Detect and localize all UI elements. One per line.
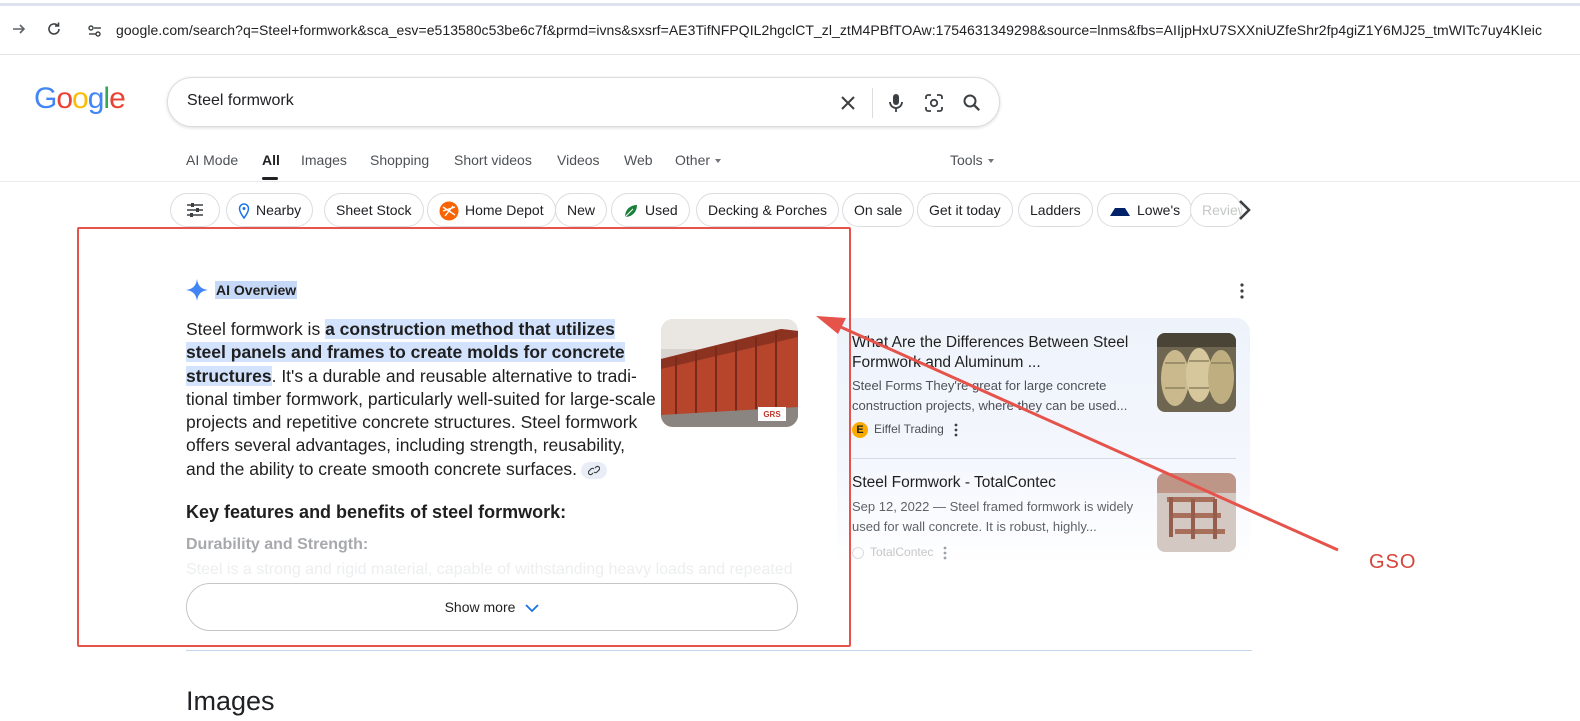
home-depot-icon — [439, 201, 459, 221]
logo-letter: g — [87, 82, 105, 115]
ai-intro: Steel formwork is — [186, 319, 326, 339]
chip-nearby[interactable]: Nearby — [226, 193, 314, 227]
steel-frame-photo — [1157, 473, 1236, 552]
logo-letter: o — [72, 82, 89, 115]
chevron-down-icon — [525, 604, 540, 613]
search-divider — [872, 88, 873, 118]
chip-label: Used — [645, 202, 678, 218]
tools-label: Tools — [950, 152, 983, 168]
ai-faded-text: Steel is a strong and rigid material, ca… — [186, 561, 793, 578]
chevron-down-icon — [987, 159, 994, 164]
chip-ladders[interactable]: Ladders — [1018, 193, 1093, 227]
filter-settings-chip[interactable] — [170, 193, 220, 227]
chip-decking-porches[interactable]: Decking & Porches — [696, 193, 840, 227]
reload-icon[interactable] — [44, 21, 64, 41]
ai-overview-paragraph: Steel formwork is a construction method … — [186, 318, 656, 481]
search-input[interactable] — [187, 92, 787, 110]
more-options-icon[interactable] — [943, 546, 947, 560]
eiffel-favicon-icon: E — [852, 422, 868, 438]
site-info-icon[interactable] — [86, 22, 104, 40]
more-options-icon[interactable] — [1235, 282, 1249, 300]
chip-on-sale[interactable]: On sale — [842, 193, 915, 227]
lowes-icon — [1110, 208, 1130, 217]
sparkle-icon — [186, 279, 208, 301]
ai-subheading: Key features and benefits of steel formw… — [186, 502, 567, 522]
totalcontec-favicon-icon — [852, 546, 864, 559]
chip-label: Sheet Stock — [336, 202, 412, 218]
chip-label: Get it today — [929, 202, 1001, 218]
microphone-icon[interactable] — [884, 91, 908, 115]
chip-label: Decking & Porches — [708, 202, 828, 218]
tab-videos[interactable]: Videos — [557, 152, 600, 168]
chip-label: Lowe's — [1137, 202, 1181, 218]
source-site[interactable]: TotalContec — [852, 545, 947, 560]
location-pin-icon — [238, 203, 250, 220]
chip-lowes[interactable]: Lowe's — [1097, 193, 1193, 227]
address-bar[interactable]: google.com/search?q=Steel+formwork&sca_e… — [0, 9, 1580, 55]
active-tab-indicator — [262, 177, 278, 180]
chip-label: Home Depot — [465, 202, 544, 218]
tab-other-label: Other — [675, 152, 711, 168]
ai-subheading-faded: Durability and Strength: — [186, 536, 369, 553]
chip-label: Nearby — [256, 202, 302, 218]
source-thumbnail[interactable] — [1157, 333, 1236, 412]
tab-short-videos[interactable]: Short videos — [454, 152, 532, 168]
link-icon[interactable] — [581, 461, 608, 479]
chip-label: New — [567, 202, 596, 218]
tab-images[interactable]: Images — [301, 152, 347, 168]
source-title[interactable]: Steel Formwork - TotalContec — [852, 473, 1148, 493]
tab-shopping[interactable]: Shopping — [370, 152, 429, 168]
google-logo[interactable]: Google — [34, 82, 126, 116]
steel-molds-photo — [1157, 333, 1236, 412]
source-divider — [852, 458, 1236, 459]
source-title[interactable]: What Are the Differences Between Steel F… — [852, 333, 1148, 373]
url-text[interactable]: google.com/search?q=Steel+formwork&sca_e… — [116, 22, 1576, 38]
search-box[interactable] — [167, 77, 1000, 127]
chip-used[interactable]: Used — [611, 193, 690, 227]
browser-top-strip — [0, 0, 1580, 6]
tools-button[interactable]: Tools — [950, 152, 994, 168]
chevron-right-icon[interactable] — [1234, 198, 1254, 222]
section-divider — [186, 650, 1252, 651]
source-thumbnail[interactable] — [1157, 473, 1236, 552]
chevron-down-icon — [715, 159, 722, 164]
chip-sheet-stock[interactable]: Sheet Stock — [324, 193, 424, 227]
logo-letter: G — [34, 82, 57, 115]
logo-letter: o — [56, 82, 73, 115]
search-icon[interactable] — [960, 91, 984, 115]
source-site[interactable]: E Eiffel Trading — [852, 422, 958, 438]
camera-lens-icon[interactable] — [922, 91, 946, 115]
source-site-name: TotalContec — [870, 545, 934, 559]
source-site-name: Eiffel Trading — [874, 422, 944, 437]
show-more-label: Show more — [444, 599, 516, 615]
forward-icon[interactable] — [9, 21, 29, 41]
sources-panel: What Are the Differences Between Steel F… — [837, 318, 1250, 566]
ai-overview-image[interactable]: GRS — [661, 319, 798, 427]
annotation-label: GSO — [1369, 551, 1417, 573]
source-snippet: Sep 12, 2022 — Steel framed formwork is … — [852, 499, 1134, 534]
chip-label: Ladders — [1030, 202, 1081, 218]
chip-get-it-today[interactable]: Get it today — [917, 193, 1013, 227]
sliders-icon — [187, 203, 203, 217]
tab-web[interactable]: Web — [624, 152, 653, 168]
chip-label: On sale — [854, 202, 903, 218]
show-more-button[interactable]: Show more — [186, 583, 798, 631]
images-section-heading: Images — [186, 686, 275, 716]
leaf-icon — [624, 205, 637, 218]
ai-overview-title: AI Overview — [215, 281, 298, 299]
tab-ai-mode[interactable]: AI Mode — [186, 152, 238, 168]
logo-letter: e — [109, 82, 126, 115]
chip-new[interactable]: New — [555, 193, 608, 227]
thumb-badge: GRS — [763, 410, 781, 419]
tabs-divider — [0, 181, 1580, 182]
source-snippet: Steel Forms They're great for large conc… — [852, 378, 1128, 413]
steel-formwork-photo: GRS — [661, 319, 798, 427]
tab-other[interactable]: Other — [675, 152, 722, 168]
more-options-icon[interactable] — [954, 423, 958, 437]
chip-home-depot[interactable]: Home Depot — [427, 193, 556, 227]
clear-icon[interactable] — [836, 91, 860, 115]
tab-all[interactable]: All — [262, 152, 280, 168]
